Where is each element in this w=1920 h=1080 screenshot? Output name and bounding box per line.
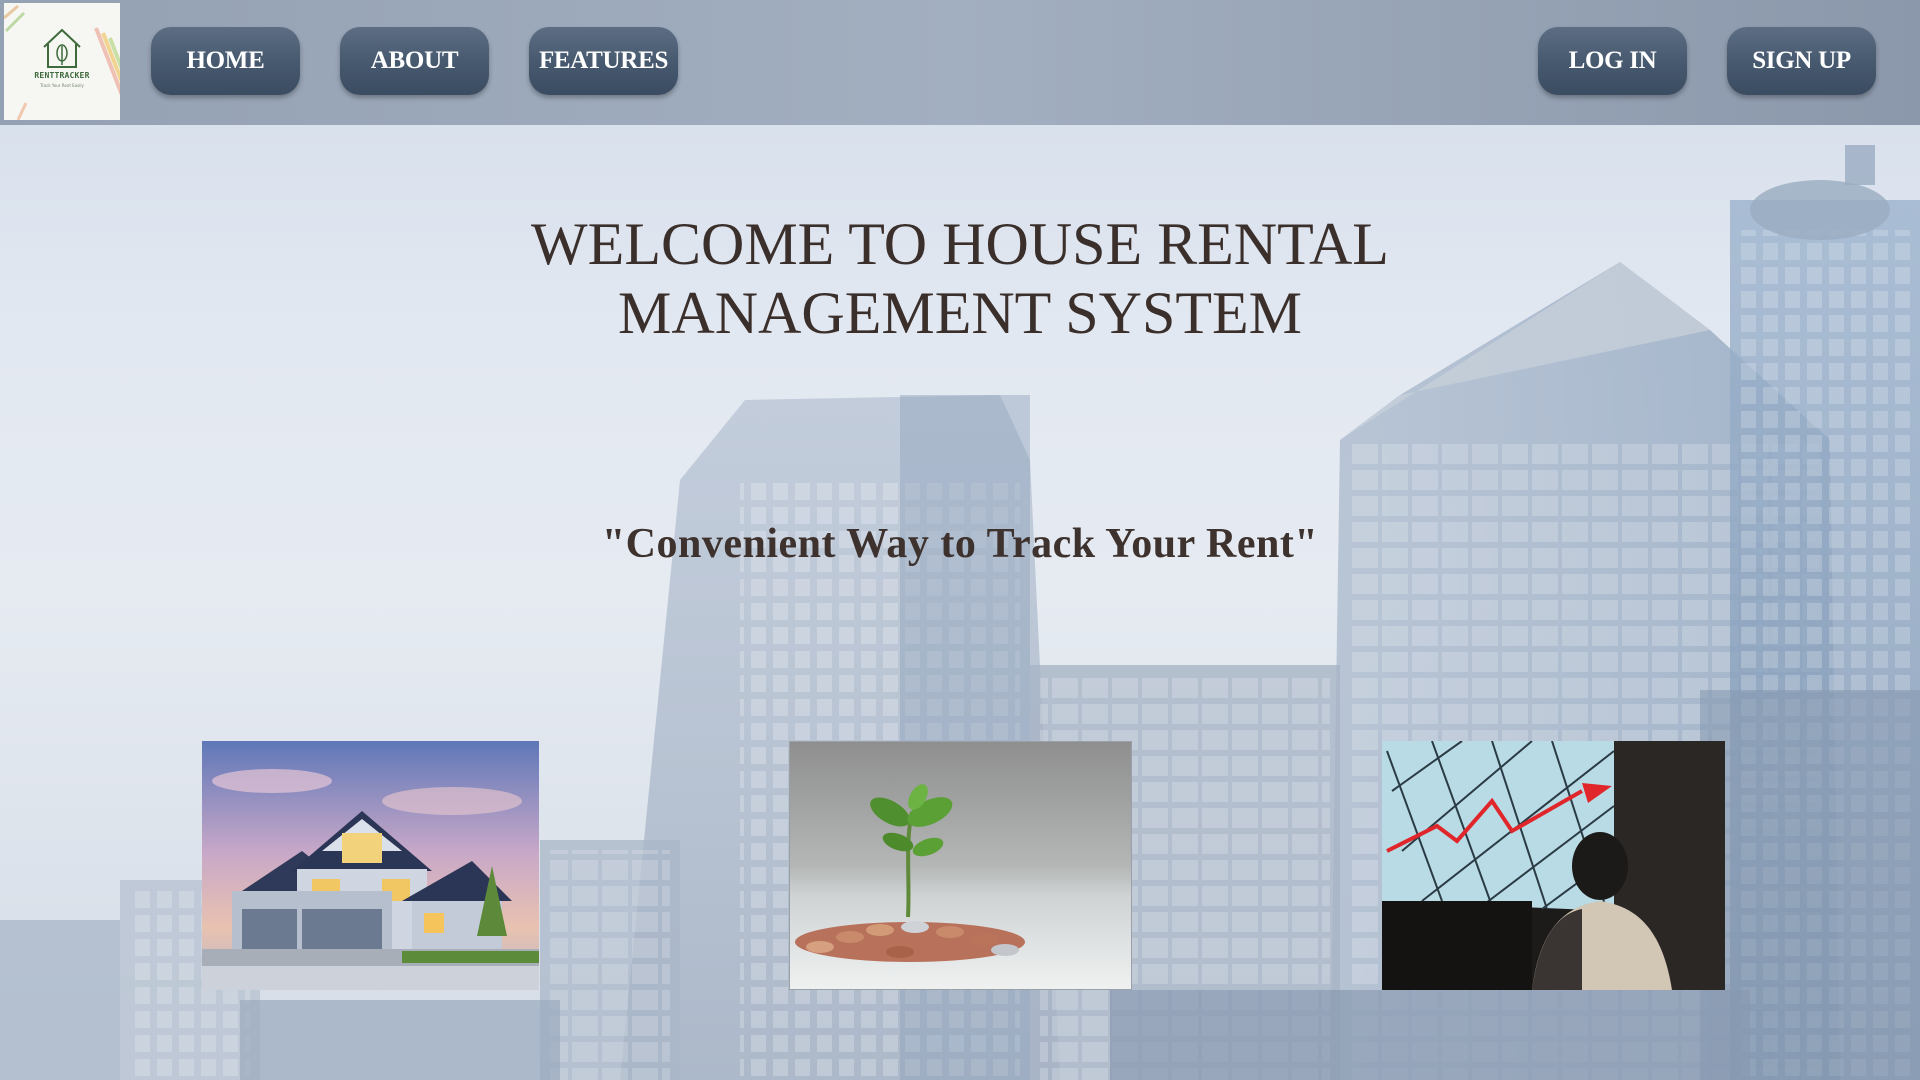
logo-tagline: Track Your Rent Easily (40, 83, 84, 88)
login-button[interactable]: LOG IN (1538, 27, 1687, 95)
logo-brand-name: RENTTRACKER (34, 71, 90, 80)
about-button[interactable]: ABOUT (340, 27, 489, 95)
signup-button[interactable]: SIGN UP (1727, 27, 1876, 95)
hero-tagline: "Convenient Way to Track Your Rent" (601, 521, 1319, 567)
page-title-line-1: WELCOME TO HOUSE RENTAL (531, 211, 1389, 277)
page-title: WELCOME TO HOUSE RENTAL MANAGEMENT SYSTE… (360, 210, 1560, 348)
page-title-line-2: MANAGEMENT SYSTEM (618, 280, 1302, 346)
house-photo (202, 741, 539, 990)
house-leaf-icon (4, 3, 120, 120)
renttracker-logo[interactable]: RENTTRACKER Track Your Rent Easily (4, 3, 120, 120)
plant-on-coins-photo (789, 741, 1132, 990)
features-button[interactable]: FEATURES (529, 27, 678, 95)
top-navbar: RENTTRACKER Track Your Rent Easily HOME … (0, 0, 1920, 125)
home-button[interactable]: HOME (151, 27, 300, 95)
growth-chart-presentation-photo (1382, 741, 1725, 990)
